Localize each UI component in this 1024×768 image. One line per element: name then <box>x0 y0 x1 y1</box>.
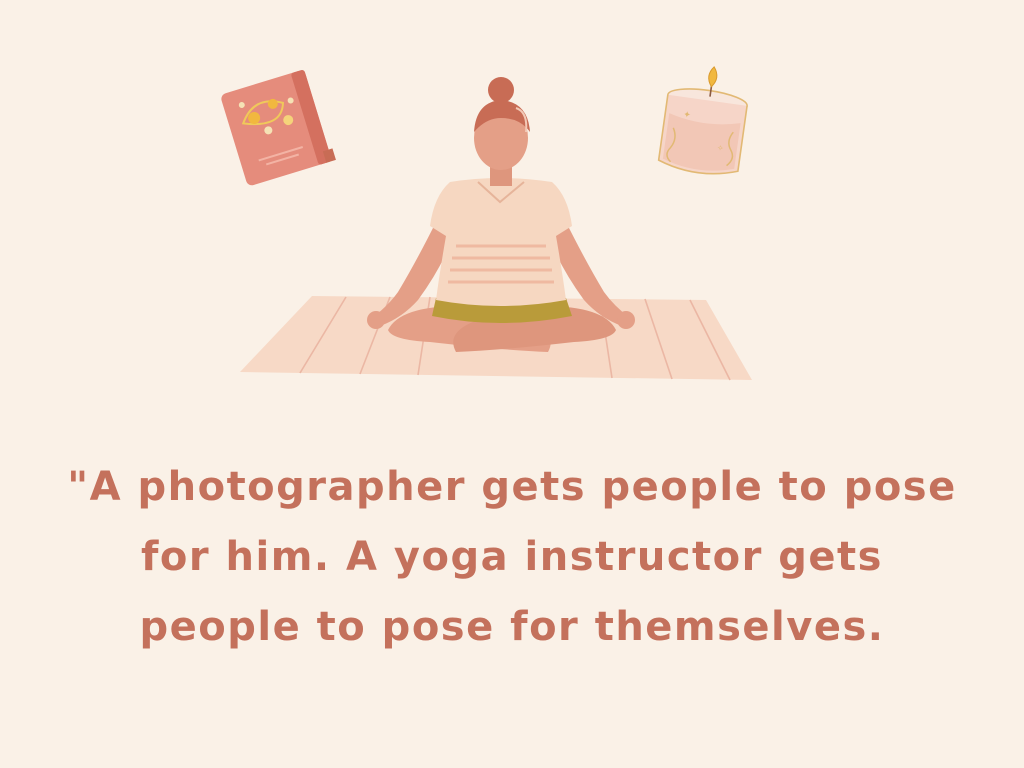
quote-line-3: people to pose for themselves. <box>139 604 885 650</box>
candle-icon: ✦ ✧ <box>657 66 748 175</box>
book-icon <box>221 69 336 186</box>
quote-line-1: "A photographer gets people to pose <box>67 464 957 510</box>
quote-card: ✦ ✧ "A photographer gets people to pose … <box>0 0 1024 768</box>
quote-text: "A photographer gets people to pose for … <box>0 452 1024 662</box>
quote-line-2: for him. A yoga instructor gets <box>141 534 883 580</box>
yoga-illustration: ✦ ✧ <box>221 66 752 381</box>
